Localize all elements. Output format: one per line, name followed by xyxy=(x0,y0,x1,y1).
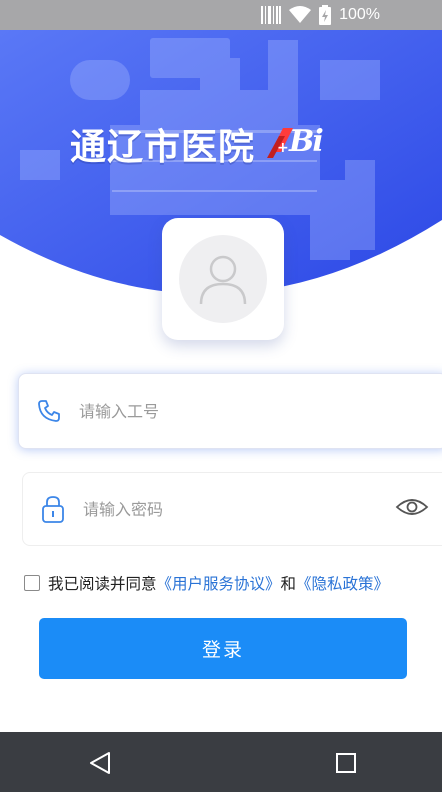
avatar xyxy=(179,235,267,323)
user-icon xyxy=(199,255,247,305)
eye-icon[interactable] xyxy=(395,497,429,521)
phone-icon xyxy=(19,399,79,423)
system-nav-bar xyxy=(0,732,442,792)
password-field[interactable] xyxy=(22,472,442,546)
avatar-card xyxy=(162,218,284,340)
privacy-policy-link[interactable]: 《隐私政策》 xyxy=(296,572,389,594)
battery-icon xyxy=(319,5,332,25)
employee-id-input[interactable] xyxy=(79,401,442,421)
hospital-name: 通辽市医院 xyxy=(70,127,256,168)
agreement-prefix: 我已阅读并同意 xyxy=(48,575,157,593)
back-icon[interactable] xyxy=(89,751,111,779)
hospital-logo: + Bi xyxy=(263,122,333,166)
barcode-icon xyxy=(261,6,282,24)
battery-percentage: 100% xyxy=(339,6,380,23)
svg-text:+: + xyxy=(277,140,289,156)
agreement-joiner: 和 xyxy=(280,575,297,593)
status-bar: 100% xyxy=(0,0,442,30)
agreement-row: 我已阅读并同意 《用户服务协议》 和 《隐私政策》 xyxy=(24,572,389,594)
hospital-logo-letters: Bi xyxy=(289,124,324,159)
lock-icon xyxy=(23,495,83,523)
login-button[interactable]: 登录 xyxy=(39,618,407,679)
hospital-title: 通辽市医院 + Bi xyxy=(70,118,333,170)
password-input[interactable] xyxy=(83,499,442,519)
login-form: 我已阅读并同意 《用户服务协议》 和 《隐私政策》 登录 xyxy=(0,360,442,732)
agreement-checkbox[interactable] xyxy=(24,575,40,591)
recent-apps-icon[interactable] xyxy=(335,752,357,778)
service-agreement-link[interactable]: 《用户服务协议》 xyxy=(157,572,281,594)
wifi-icon xyxy=(289,6,312,24)
employee-id-field[interactable] xyxy=(18,373,442,449)
